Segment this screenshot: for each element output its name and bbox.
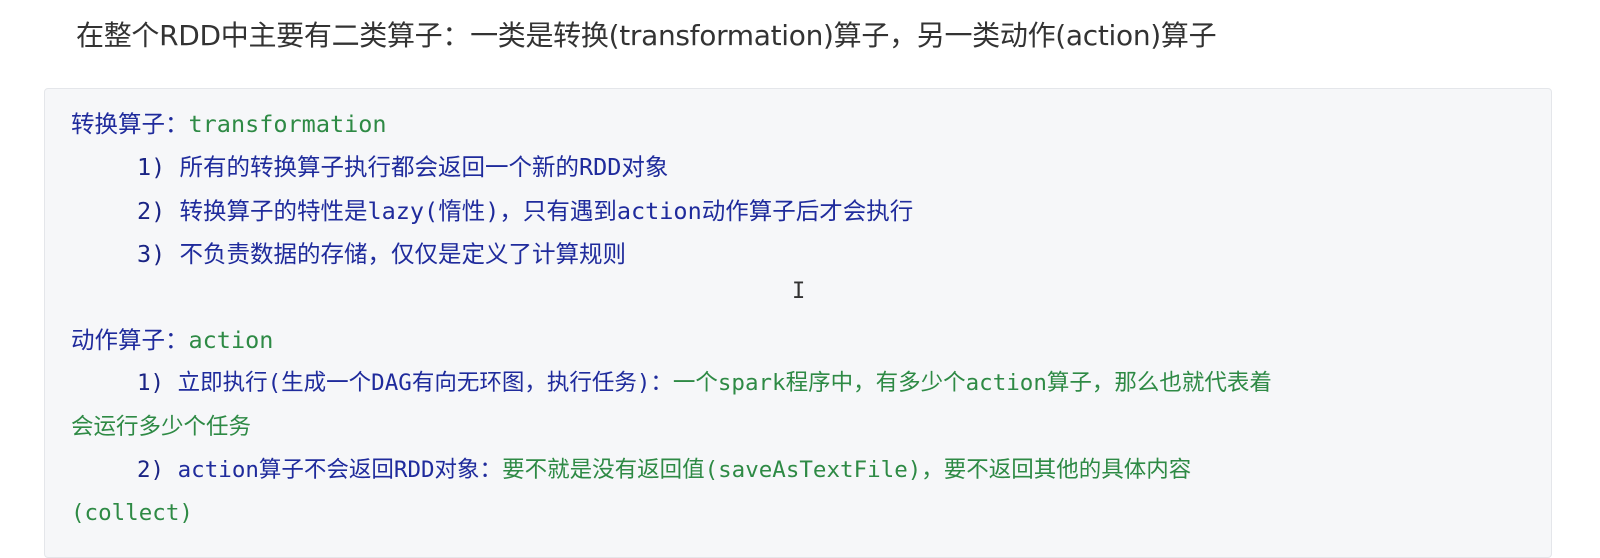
transformation-title: 转换算子：transformation xyxy=(71,110,387,138)
transformation-title-keyword: transformation xyxy=(188,110,387,138)
transformation-item-3: 3) 不负责数据的存储，仅仅是定义了计算规则 xyxy=(137,240,626,268)
item-number: 1) xyxy=(137,370,165,396)
item-text-primary: action算子不会返回RDD对象： xyxy=(177,457,503,483)
transformation-item-1: 1) 所有的转换算子执行都会返回一个新的RDD对象 xyxy=(137,153,669,181)
item-text: 转换算子的特性是lazy(惰性)，只有遇到action动作算子后才会执行 xyxy=(179,197,914,225)
page-heading: 在整个RDD中主要有二类算子：一类是转换(transformation)算子，另… xyxy=(76,19,1217,52)
action-item-1-continuation: 会运行多少个任务 xyxy=(71,414,252,440)
action-item-2: 2) action算子不会返回RDD对象：要不就是没有返回值(saveAsTex… xyxy=(137,459,1191,482)
item-number: 2) xyxy=(137,197,166,225)
item-number: 1) xyxy=(137,153,166,181)
item-text-secondary: 要不就是没有返回值(saveAsTextFile)，要不返回其他的具体内容 xyxy=(502,457,1192,483)
action-title-label: 动作算子： xyxy=(71,326,189,354)
transformation-title-label: 转换算子： xyxy=(71,110,189,138)
item-number: 3) xyxy=(137,240,166,268)
item-text-primary: 立即执行(生成一个DAG有向无环图，执行任务)： xyxy=(177,370,673,396)
text-cursor-icon: I xyxy=(792,279,806,304)
action-title: 动作算子：action xyxy=(71,326,274,354)
item-number: 2) xyxy=(137,457,165,483)
item-text-secondary: 一个spark程序中，有多少个action算子，那么也就代表着 xyxy=(672,370,1272,396)
action-item-1: 1) 立即执行(生成一个DAG有向无环图，执行任务)：一个spark程序中，有多… xyxy=(137,372,1272,395)
action-item-2-continuation: (collect) xyxy=(71,500,193,526)
transformation-item-2: 2) 转换算子的特性是lazy(惰性)，只有遇到action动作算子后才会执行 xyxy=(137,197,914,225)
item-text: 所有的转换算子执行都会返回一个新的RDD对象 xyxy=(179,153,669,181)
item-text: 不负责数据的存储，仅仅是定义了计算规则 xyxy=(179,240,626,268)
code-block: 转换算子：transformation 1) 所有的转换算子执行都会返回一个新的… xyxy=(44,88,1552,558)
action-title-keyword: action xyxy=(188,326,274,354)
